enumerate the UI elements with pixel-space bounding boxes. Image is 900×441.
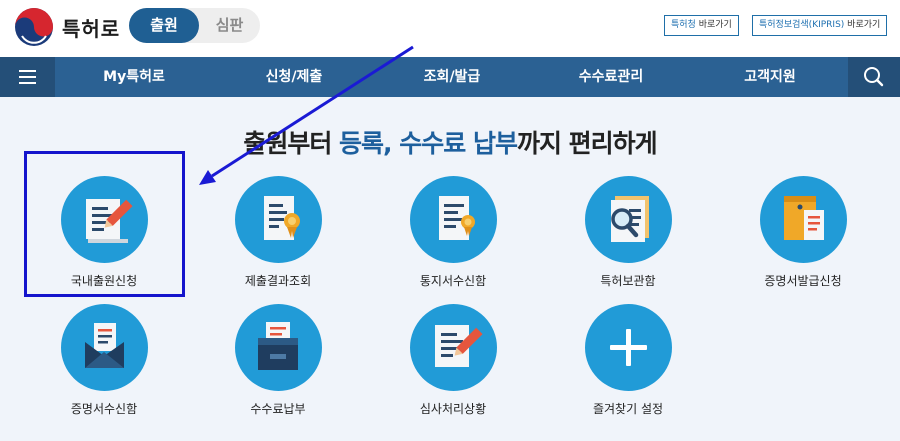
pointer-arrow-icon — [199, 45, 414, 185]
page: 특허로 출원 심판 특허청 바로가기 특허정보검색(KIPRIS) 바로가기 M… — [0, 0, 900, 441]
